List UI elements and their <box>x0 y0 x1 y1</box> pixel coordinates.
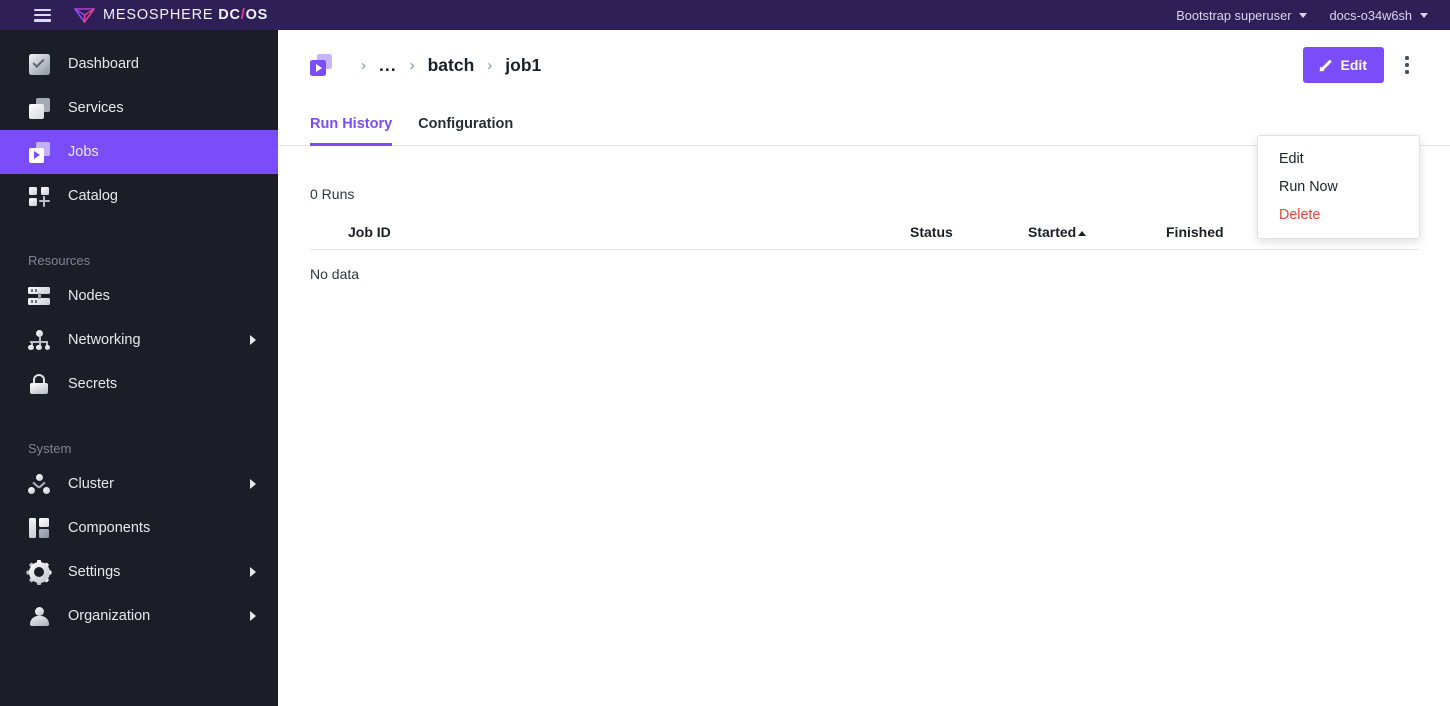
sidebar-item-networking[interactable]: Networking <box>0 318 278 362</box>
tab-configuration[interactable]: Configuration <box>418 116 513 146</box>
tab-run-history[interactable]: Run History <box>310 116 393 146</box>
brand-text: MESOSPHERE DC/OS <box>103 7 268 23</box>
sidebar-item-services[interactable]: Services <box>0 86 278 130</box>
cluster-menu[interactable]: docs-o34w6sh <box>1329 8 1428 23</box>
top-bar: MESOSPHERE DC/OS Bootstrap superuser doc… <box>0 0 1450 30</box>
sidebar-item-catalog[interactable]: Catalog <box>0 174 278 218</box>
user-menu[interactable]: Bootstrap superuser <box>1176 7 1308 23</box>
mesosphere-mark-icon <box>74 7 95 23</box>
sidebar-section-resources: Resources <box>28 253 91 268</box>
breadcrumb-separator: › <box>487 56 493 74</box>
cluster-menu-label: docs-o34w6sh <box>1329 7 1412 23</box>
services-icon <box>28 97 50 119</box>
dropdown-item-delete[interactable]: Delete <box>1258 201 1419 229</box>
edit-button-label: Edit <box>1340 57 1367 73</box>
sidebar-item-label: Components <box>68 520 151 536</box>
main-content: › ... › batch › job1 Edit Run History Co… <box>278 30 1450 706</box>
sidebar: Dashboard Services Jobs Catalog Resource… <box>0 30 278 706</box>
chevron-down-icon <box>1299 12 1308 18</box>
brand-dc: DC <box>218 7 241 23</box>
sidebar-item-label: Nodes <box>68 288 110 304</box>
sidebar-item-label: Organization <box>68 608 151 624</box>
sidebar-item-label: Settings <box>68 564 121 580</box>
organization-user-icon <box>28 605 50 627</box>
sidebar-item-organization[interactable]: Organization <box>0 594 278 638</box>
brand-os: OS <box>245 7 269 23</box>
breadcrumb-separator: › <box>361 56 366 74</box>
jobs-icon <box>28 141 50 163</box>
sidebar-item-label: Dashboard <box>68 56 139 72</box>
sidebar-item-components[interactable]: Components <box>0 506 278 550</box>
sort-ascending-icon <box>1078 231 1087 236</box>
sidebar-item-settings[interactable]: Settings <box>0 550 278 594</box>
gear-icon <box>26 559 52 585</box>
dropdown-item-run-now[interactable]: Run Now <box>1258 173 1419 201</box>
table-header-row: Job ID Status Started Finished Run Time <box>310 224 1418 250</box>
sidebar-item-label: Jobs <box>68 144 99 160</box>
column-label: Status <box>910 224 953 240</box>
expand-arrow-icon <box>250 611 256 621</box>
expand-arrow-icon <box>250 567 256 577</box>
catalog-icon <box>28 185 50 207</box>
sidebar-section-system: System <box>28 441 72 456</box>
secrets-lock-icon <box>28 373 50 395</box>
run-history-table: Job ID Status Started Finished Run Time <box>310 224 1418 282</box>
expand-arrow-icon <box>250 479 256 489</box>
dcos-app-window: MESOSPHERE DC/OS Bootstrap superuser doc… <box>0 0 1450 706</box>
edit-button[interactable]: Edit <box>1302 47 1384 83</box>
user-menu-label: Bootstrap superuser <box>1176 7 1292 23</box>
kebab-menu-icon[interactable] <box>1394 49 1420 81</box>
column-header-status[interactable]: Status <box>910 224 1028 250</box>
sidebar-item-cluster[interactable]: Cluster <box>0 462 278 506</box>
sidebar-item-jobs[interactable]: Jobs <box>0 130 278 174</box>
table-empty-row: No data <box>310 250 1418 282</box>
networking-icon <box>28 329 50 351</box>
hamburger-icon[interactable] <box>34 8 51 22</box>
top-bar-right: Bootstrap superuser docs-o34w6sh <box>1176 8 1428 23</box>
sidebar-item-secrets[interactable]: Secrets <box>0 362 278 406</box>
components-icon <box>28 517 50 539</box>
dropdown-item-edit[interactable]: Edit <box>1258 145 1419 173</box>
table-body: No data <box>310 250 1418 282</box>
page-actions: Edit <box>1302 47 1420 83</box>
breadcrumb-item-ellipsis[interactable]: ... <box>379 55 397 76</box>
breadcrumb: › ... › batch › job1 Edit <box>278 30 1450 100</box>
sidebar-item-label: Secrets <box>68 376 118 392</box>
sidebar-item-label: Services <box>68 100 124 116</box>
column-label: Job ID <box>348 224 391 240</box>
column-label: Started <box>1028 224 1077 240</box>
sidebar-item-nodes[interactable]: Nodes <box>0 274 278 318</box>
column-header-job-id[interactable]: Job ID <box>310 224 910 250</box>
pencil-icon <box>1318 58 1332 72</box>
expand-arrow-icon <box>250 335 256 345</box>
brand-logo[interactable]: MESOSPHERE DC/OS <box>74 7 268 23</box>
breadcrumb-item-batch[interactable]: batch <box>428 55 475 76</box>
column-header-started[interactable]: Started <box>1028 224 1166 250</box>
dashboard-icon <box>28 53 50 75</box>
breadcrumb-separator: › <box>409 56 415 74</box>
cluster-icon <box>28 473 50 495</box>
sidebar-item-label: Cluster <box>68 476 114 492</box>
no-data-message: No data <box>310 266 360 282</box>
chevron-down-icon <box>1420 12 1428 18</box>
more-actions-dropdown: Edit Run Now Delete <box>1257 135 1420 239</box>
nodes-icon <box>28 285 50 307</box>
breadcrumb-item-job1[interactable]: job1 <box>505 55 541 76</box>
column-label: Finished <box>1166 224 1224 240</box>
sidebar-item-label: Networking <box>68 332 141 348</box>
sidebar-item-dashboard[interactable]: Dashboard <box>0 42 278 86</box>
sidebar-item-label: Catalog <box>68 188 118 204</box>
jobs-icon <box>310 54 332 76</box>
brand-mesosphere: MESOSPHERE <box>103 7 214 23</box>
